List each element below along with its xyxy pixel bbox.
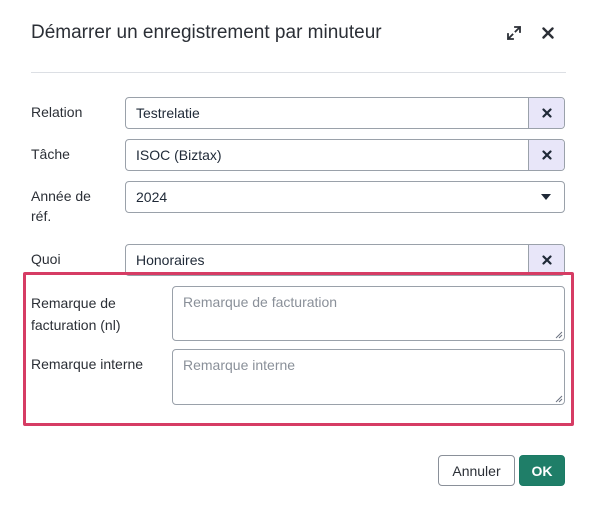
close-icon[interactable] <box>538 22 558 44</box>
what-value[interactable]: Honoraires <box>126 252 528 268</box>
what-label: Quoi <box>31 251 61 267</box>
billing-remark-label-line2: facturation (nl) <box>31 317 121 333</box>
expand-icon[interactable] <box>504 22 524 44</box>
task-clear-button[interactable] <box>528 140 564 170</box>
dialog-title: Démarrer un enregistrement par minuteur <box>31 22 382 43</box>
what-field[interactable]: Honoraires <box>125 244 565 276</box>
cancel-button[interactable]: Annuler <box>438 455 515 486</box>
relation-label: Relation <box>31 104 83 120</box>
task-field[interactable]: ISOC (Biztax) <box>125 139 565 171</box>
close-icon <box>541 108 552 118</box>
ref-year-label: Année de réf. <box>31 186 91 226</box>
ref-year-value[interactable]: 2024 <box>126 189 528 205</box>
billing-remark-label-line1: Remarque de <box>31 295 116 311</box>
header-divider <box>31 72 566 73</box>
relation-clear-button[interactable] <box>528 98 564 128</box>
ref-year-label-line2: réf. <box>31 208 52 224</box>
relation-field[interactable]: Testrelatie <box>125 97 565 129</box>
ok-button[interactable]: OK <box>519 455 565 486</box>
ref-year-label-line1: Année de <box>31 188 91 204</box>
internal-remark-input[interactable] <box>172 349 565 405</box>
resize-grip-icon[interactable] <box>553 329 563 339</box>
chevron-down-icon[interactable] <box>528 182 564 212</box>
internal-remark-label: Remarque interne <box>31 356 144 372</box>
task-label: Tâche <box>31 146 70 162</box>
close-icon <box>541 150 552 160</box>
relation-value[interactable]: Testrelatie <box>126 105 528 121</box>
task-value[interactable]: ISOC (Biztax) <box>126 147 528 163</box>
dialog-header: Démarrer un enregistrement par minuteur <box>0 0 596 70</box>
resize-grip-icon[interactable] <box>553 393 563 403</box>
ref-year-select[interactable]: 2024 <box>125 181 565 213</box>
close-icon <box>541 255 552 265</box>
billing-remark-label: Remarque de facturation (nl) <box>31 292 120 336</box>
what-clear-button[interactable] <box>528 245 564 275</box>
billing-remark-input[interactable] <box>172 286 565 341</box>
